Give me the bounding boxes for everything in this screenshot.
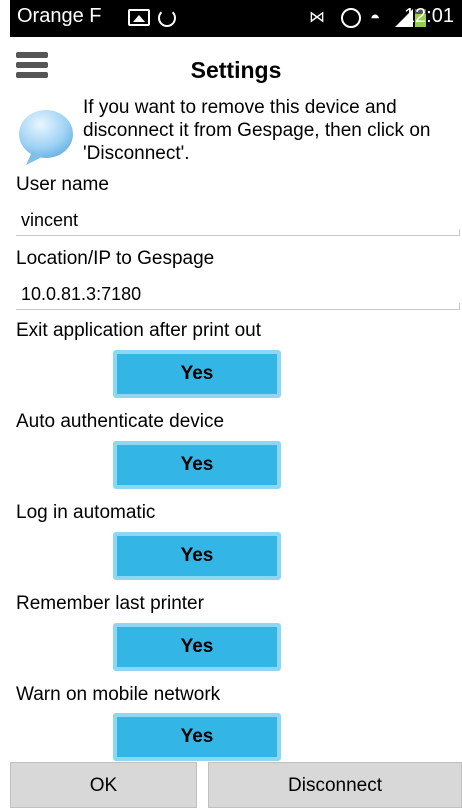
disconnect-info-text: If you want to remove this device and di… (83, 97, 431, 164)
ok-button[interactable]: OK (10, 762, 197, 808)
location-ip-field[interactable]: 10.0.81.3:7180 (16, 278, 460, 310)
page-title: Settings (190, 57, 282, 83)
auto-authenticate-button[interactable]: Yes (113, 441, 281, 489)
exit-after-print-label: Exit application after print out (16, 320, 262, 341)
remember-printer-label: Remember last printer (16, 593, 204, 614)
location-label: Location/IP to Gespage (16, 248, 215, 269)
log-in-automatic-label: Log in automatic (16, 502, 156, 523)
action-bar: Settings (10, 37, 462, 97)
status-bar: Orange F ⋈ ◓ 12:01 (10, 0, 462, 37)
chat-bubble-icon (19, 110, 73, 165)
warn-mobile-network-label: Warn on mobile network (16, 684, 221, 705)
warn-mobile-network-button[interactable]: Yes (113, 713, 281, 761)
gallery-icon (128, 9, 150, 26)
exit-after-print-button[interactable]: Yes (113, 350, 281, 398)
auto-authenticate-label: Auto authenticate device (16, 411, 225, 432)
nfc-icon: ⋈ (309, 9, 325, 26)
sync-icon (158, 9, 176, 27)
log-in-automatic-button[interactable]: Yes (113, 532, 281, 580)
bottom-button-bar: OK Disconnect (10, 762, 462, 808)
user-name-field[interactable]: vincent (16, 204, 460, 236)
phone-screen: Orange F ⋈ ◓ 12:01 Settings If you want … (10, 0, 462, 808)
remember-printer-button[interactable]: Yes (113, 623, 281, 671)
wifi-icon: ◓ (370, 8, 381, 27)
disconnect-button[interactable]: Disconnect (208, 762, 462, 808)
clock: 12:01 (403, 5, 454, 27)
alarm-icon (341, 8, 361, 28)
carrier-name: Orange F (17, 5, 102, 27)
user-name-label: User name (16, 174, 109, 195)
